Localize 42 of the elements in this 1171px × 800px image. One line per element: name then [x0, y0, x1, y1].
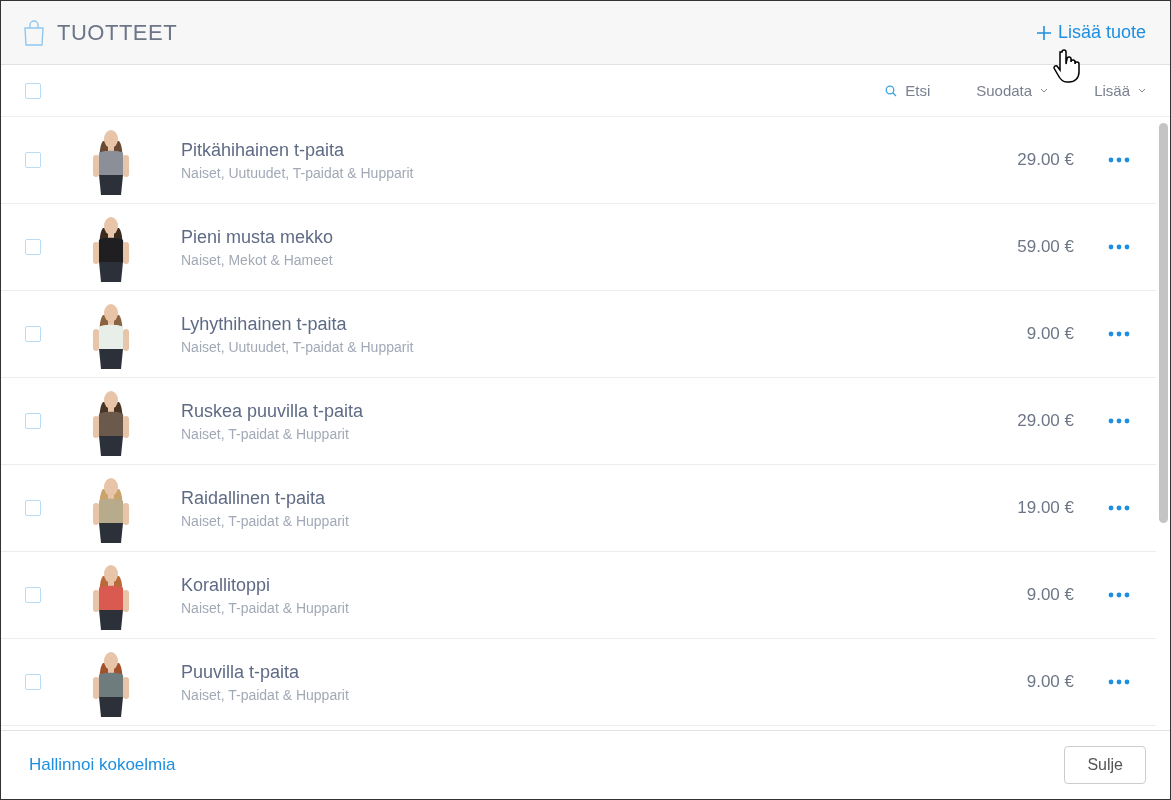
chevron-down-icon — [1138, 88, 1146, 93]
product-categories: Naiset, T-paidat & Hupparit — [181, 425, 350, 442]
more-dropdown[interactable]: Lisää — [1094, 82, 1146, 99]
product-categories: Naiset, T-paidat & Hupparit — [181, 512, 350, 529]
product-price: 29.00 € — [1017, 150, 1074, 170]
product-name[interactable]: Puuvilla t-paita — [181, 661, 1027, 683]
product-name[interactable]: Raidallinen t-paita — [181, 487, 1018, 509]
product-price: 59.00 € — [1017, 237, 1074, 257]
product-categories: Naiset, T-paidat & Hupparit — [181, 599, 350, 616]
row-checkbox[interactable] — [25, 239, 41, 255]
row-checkbox[interactable] — [25, 674, 41, 690]
row-checkbox[interactable] — [25, 413, 41, 429]
search-icon — [885, 84, 898, 97]
product-price: 9.00 € — [1026, 324, 1074, 344]
product-price: 9.00 € — [1026, 585, 1074, 605]
chevron-down-icon — [1040, 88, 1049, 93]
product-categories: Naiset, Mekot & Hameet — [181, 251, 334, 268]
row-checkbox[interactable] — [25, 500, 41, 516]
product-price: 29.00 € — [1017, 411, 1074, 431]
product-name[interactable]: Ruskea puuvilla t-paita — [181, 400, 1018, 422]
product-name[interactable]: Pieni musta mekko — [181, 226, 1018, 248]
close-button[interactable]: Sulje — [1064, 746, 1146, 784]
product-name[interactable]: Pitkähihainen t-paita — [181, 139, 1018, 161]
product-categories: Naiset, T-paidat & Hupparit — [181, 686, 350, 703]
row-checkbox[interactable] — [25, 152, 41, 168]
add-product-button[interactable]: Lisää tuote — [1035, 22, 1146, 43]
search-button[interactable]: Etsi — [885, 82, 931, 99]
manage-collections-link[interactable]: Hallinnoi kokoelmia — [29, 755, 176, 775]
shopping-bag-icon — [23, 19, 45, 46]
scrollbar[interactable] — [1159, 123, 1168, 523]
product-name[interactable]: Korallitoppi — [181, 574, 1027, 596]
product-name[interactable]: Lyhythihainen t-paita — [181, 313, 1027, 335]
row-checkbox[interactable] — [25, 326, 41, 342]
plus-icon — [1035, 24, 1052, 41]
product-categories: Naiset, Uutuudet, T-paidat & Hupparit — [181, 164, 415, 181]
product-price: 19.00 € — [1017, 498, 1074, 518]
row-checkbox[interactable] — [25, 587, 41, 603]
product-categories: Naiset, Uutuudet, T-paidat & Hupparit — [181, 338, 415, 355]
filter-dropdown[interactable]: Suodata — [976, 82, 1049, 99]
select-all-checkbox[interactable] — [25, 82, 41, 99]
product-price: 9.00 € — [1026, 672, 1074, 692]
page-title: TUOTTEET — [57, 19, 178, 46]
